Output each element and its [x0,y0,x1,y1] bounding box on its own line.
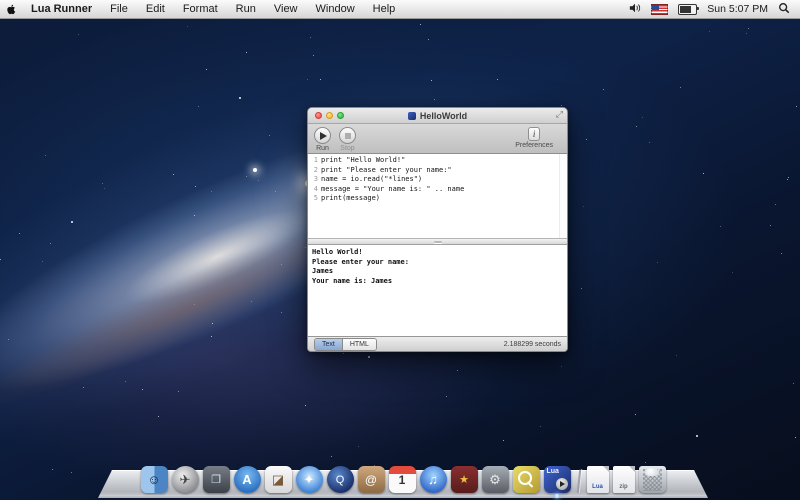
active-app-menu[interactable]: Lua Runner [22,0,101,18]
run-button-label: Run [316,145,329,152]
small-star [253,168,257,172]
menu-file[interactable]: File [101,0,137,18]
quicktime-icon[interactable]: Q [327,466,354,493]
tab-text[interactable]: Text [315,339,342,350]
output-line: Hello World! [312,248,567,258]
lua-runner-icon[interactable]: Lua [544,466,571,493]
splitter-grip-icon [434,241,442,243]
dock: ☺ ✈ ❐ A ◪ ✦ Q @ 1 ♫ ★ ⚙ Lua Lua zip [98,470,708,498]
minimize-button[interactable] [326,112,333,119]
code-line: 2 print "Please enter your name:" [308,166,567,176]
lua-document-icon[interactable]: Lua [587,466,609,493]
editor-scrollbar[interactable] [559,154,567,238]
stop-button-label: Stop [340,145,354,152]
code-editor[interactable]: 1 print "Hello World!" 2 print "Please e… [308,154,567,238]
safari-icon[interactable]: ✦ [296,466,323,493]
line-number: 1 [308,156,321,166]
menu-window[interactable]: Window [307,0,364,18]
app-window: HelloWorld ⤢ Run Stop i Preferences 1 pr… [307,107,568,352]
trash-icon[interactable] [639,466,666,493]
itunes-icon[interactable]: ♫ [420,466,447,493]
close-button[interactable] [315,112,322,119]
input-language-flag-icon[interactable] [651,4,668,15]
search-utility-icon[interactable] [513,466,540,493]
volume-icon[interactable] [629,2,641,17]
running-indicator [555,494,559,498]
menu-format[interactable]: Format [174,0,227,18]
system-preferences-icon[interactable]: ⚙ [482,466,509,493]
run-button[interactable]: Run [314,127,331,152]
zip-document-icon[interactable]: zip [613,466,635,493]
menu-run[interactable]: Run [227,0,265,18]
code-line: 3 name = io.read("*lines") [308,175,567,185]
menu-edit[interactable]: Edit [137,0,174,18]
menu-help[interactable]: Help [364,0,405,18]
status-bar: Text HTML 2.188299 seconds [308,336,567,351]
mission-control-icon[interactable]: ❐ [203,466,230,493]
menu-view[interactable]: View [265,0,307,18]
window-title: HelloWorld [408,111,467,121]
info-icon: i [528,127,540,141]
dock-separator [576,469,581,493]
preferences-button[interactable]: i Preferences [515,127,553,149]
elapsed-time: 2.188299 seconds [504,341,561,348]
line-number: 4 [308,185,321,195]
stop-button[interactable]: Stop [339,127,356,152]
battery-icon[interactable] [678,4,697,15]
line-number: 2 [308,166,321,176]
code-line: 4 message = "Your name is: " .. name [308,185,567,195]
zoom-button[interactable] [337,112,344,119]
toolbar: Run Stop i Preferences [308,124,567,154]
output-line: James [312,267,567,277]
spotlight-icon[interactable] [778,2,790,17]
launchpad-icon[interactable]: ✈ [172,466,199,493]
tab-html[interactable]: HTML [342,339,376,350]
address-book-icon[interactable]: @ [358,466,385,493]
code-line: 5 print(message) [308,194,567,204]
code-line: 1 print "Hello World!" [308,156,567,166]
menu-bar: Lua Runner File Edit Format Run View Win… [0,0,800,19]
output-line: Your name is: James [312,277,567,287]
fullscreen-icon[interactable]: ⤢ [556,109,563,120]
output-line: Please enter your name: [312,258,567,268]
play-icon [320,132,327,140]
stop-icon [345,133,351,139]
lua-play-icon [556,478,568,490]
title-bar[interactable]: HelloWorld ⤢ [308,108,567,124]
pane-splitter[interactable] [308,238,567,245]
finder-icon[interactable]: ☺ [141,466,168,493]
output-pane[interactable]: Hello World! Please enter your name: Jam… [308,245,567,336]
apple-menu-icon[interactable] [0,0,22,18]
preview-icon[interactable]: ◪ [265,466,292,493]
menu-bar-clock[interactable]: Sun 5:07 PM [707,3,768,15]
line-number: 3 [308,175,321,185]
ical-icon[interactable]: 1 [389,466,416,493]
line-number: 5 [308,194,321,204]
app-store-icon[interactable]: A [234,466,261,493]
document-icon [408,112,416,120]
imovie-icon[interactable]: ★ [451,466,478,493]
preferences-button-label: Preferences [515,142,553,149]
output-mode-segmented-control: Text HTML [314,338,377,351]
